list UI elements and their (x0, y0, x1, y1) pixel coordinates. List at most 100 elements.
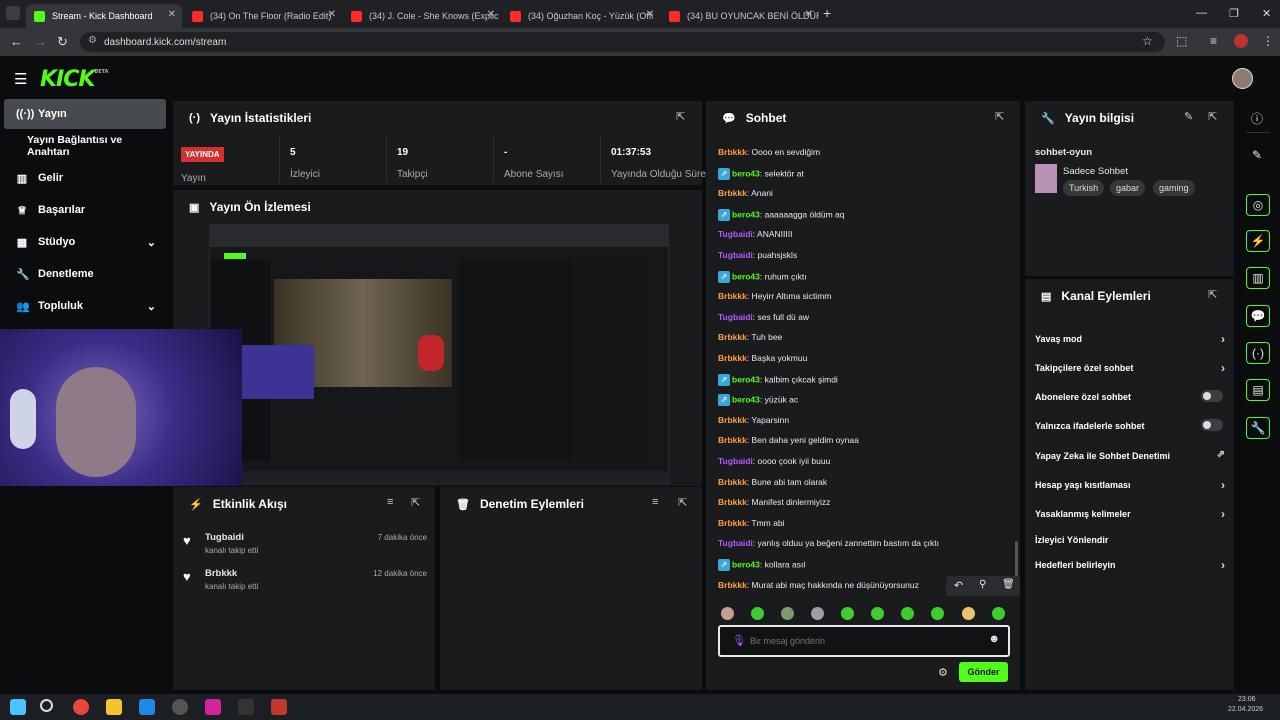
rail-list-button[interactable]: ▤ (1246, 379, 1270, 401)
emote-icon[interactable] (721, 607, 734, 620)
new-tab-icon[interactable]: + (823, 5, 831, 21)
close-window-icon[interactable]: ✕ (1262, 7, 1271, 20)
chat-username[interactable]: Brbkkk (718, 518, 747, 528)
chat-message[interactable]: ⇗ bero43: kollara asıl (718, 559, 805, 571)
sidebar-item-studyo[interactable]: ▦ Stüdyo ⌄ (4, 227, 166, 257)
kick-logo[interactable]: KICKBETA (40, 67, 109, 92)
store-icon[interactable] (139, 699, 155, 715)
browser-tab-youtube-2[interactable]: (34) J. Cole - She Knows (Explic ✕ (343, 4, 501, 28)
minimize-icon[interactable]: — (1196, 7, 1207, 19)
subscribers-only-toggle[interactable] (1201, 390, 1223, 402)
close-tab-icon[interactable]: ✕ (805, 9, 813, 20)
chat-username[interactable]: Brbkkk (718, 353, 747, 363)
chat-username[interactable]: Brbkkk (718, 415, 747, 425)
emote-icon[interactable] (901, 607, 914, 620)
url-field[interactable]: ⚙ dashboard.kick.com/stream (80, 32, 1165, 52)
chat-username[interactable]: Brbkkk (718, 291, 747, 301)
rail-broadcast-button[interactable]: (·) (1246, 342, 1270, 364)
undo-icon[interactable]: ↶ (954, 579, 963, 592)
app-icon[interactable] (172, 699, 188, 715)
sidebar-item-basarilar[interactable]: ♕ Başarılar (4, 195, 166, 225)
browser-tab-youtube-1[interactable]: (34) On The Floor (Radio Edit) ✕ (184, 4, 342, 28)
close-tab-icon[interactable]: ✕ (487, 9, 495, 20)
action-raid[interactable]: İzleyici Yönlendir (1035, 535, 1225, 545)
chat-message[interactable]: Brbkkk: Başka yokmuu (718, 353, 807, 363)
sidebar-item-topluluk[interactable]: 👥 Topluluk ⌄ (4, 291, 166, 321)
chat-message[interactable]: ⇗ bero43: selektör at (718, 167, 804, 180)
chat-message[interactable]: Brbkkk: Tuh bee (718, 332, 782, 342)
media-control-icon[interactable]: ≡ (1210, 34, 1217, 48)
emote-icon[interactable] (992, 607, 1005, 620)
chat-username[interactable]: bero43 (732, 394, 760, 404)
emote-icon[interactable] (931, 607, 944, 620)
emote-icon[interactable] (811, 607, 824, 620)
windows-start-icon[interactable] (10, 699, 26, 715)
profile-avatar[interactable] (1234, 34, 1248, 48)
chat-username[interactable]: Brbkkk (718, 580, 747, 590)
close-tab-icon[interactable]: ✕ (168, 9, 176, 20)
chat-username[interactable]: bero43 (732, 559, 760, 569)
sidebar-item-stream-key[interactable]: Yayın Bağlantısı ve Anahtarı (4, 131, 166, 161)
emote-icon[interactable] (841, 607, 854, 620)
action-goals[interactable]: Hedefleri belirleyin › (1035, 558, 1225, 572)
browser-tab-youtube-3[interactable]: (34) Oğuzhan Koç - Yüzük (Offi ✕ (502, 4, 660, 28)
popout-icon[interactable]: ⇱ (411, 496, 420, 509)
tab-list-icon[interactable] (6, 6, 20, 20)
instagram-icon[interactable] (205, 699, 221, 715)
filter-icon[interactable]: ≡ (387, 496, 393, 508)
rail-chat-button[interactable]: 💬 (1246, 305, 1270, 327)
chat-message[interactable]: ⇗ bero43: aaaaaagga öldüm aq (718, 208, 844, 221)
reload-icon[interactable]: ↻ (57, 34, 68, 50)
sidebar-item-denetleme[interactable]: 🔧 Denetleme (4, 259, 166, 289)
chat-scrollbar[interactable] (1015, 541, 1018, 581)
chat-username[interactable]: Tugbaidi (718, 312, 753, 322)
forward-icon[interactable]: → (34, 34, 47, 49)
chat-username[interactable]: Brbkkk (718, 332, 747, 342)
popout-icon[interactable]: ⇱ (676, 110, 685, 123)
emote-icon[interactable] (962, 607, 975, 620)
epic-games-icon[interactable] (238, 699, 254, 715)
chat-settings-icon[interactable]: ⚙ (938, 666, 948, 679)
chat-username[interactable]: Tugbaidi (718, 538, 753, 548)
chat-username[interactable]: Tugbaidi (718, 250, 753, 260)
chat-username[interactable]: Brbkkk (718, 147, 747, 157)
rail-trash-button[interactable]: ▥ (1246, 267, 1270, 289)
chat-message[interactable]: Tugbaidi: oooo çook iyii buuu (718, 456, 830, 466)
pin-icon[interactable]: ⚲ (979, 579, 986, 590)
site-info-icon[interactable]: ⚙ (88, 35, 97, 46)
chat-message[interactable]: ⇗ bero43: yüzük ac (718, 394, 798, 407)
emote-icon[interactable] (781, 607, 794, 620)
chat-message[interactable]: ⇗ bero43: ruhum çıktı (718, 270, 807, 283)
chat-message[interactable]: Brbkkk: Bune abi tam olarak (718, 477, 827, 487)
action-account-age[interactable]: Hesap yaşı kısıtlaması › (1035, 478, 1225, 492)
emote-icon[interactable] (751, 607, 764, 620)
chat-message[interactable]: Brbkkk: Anani (718, 188, 773, 198)
bookmark-star-icon[interactable]: ☆ (1142, 34, 1153, 48)
pen-icon[interactable]: ✎ (1240, 148, 1274, 162)
chat-message[interactable]: Tugbaidi: puahsjskls (718, 250, 797, 260)
chat-username[interactable]: Tugbaidi (718, 456, 753, 466)
popout-icon[interactable]: ⇱ (995, 110, 1004, 123)
action-ai-moderation[interactable]: Yapay Zeka ile Sohbet Denetimi ⇗ (1035, 449, 1225, 461)
close-tab-icon[interactable]: ✕ (328, 9, 336, 20)
popout-icon[interactable]: ⇱ (1208, 288, 1217, 301)
back-icon[interactable]: ← (10, 34, 23, 49)
chat-message[interactable]: Tugbaidi: ses full dü aw (718, 312, 809, 322)
action-banned-words[interactable]: Yasaklanmış kelimeler › (1035, 507, 1225, 521)
info-icon[interactable]: ⓘ (1240, 110, 1274, 127)
chat-username[interactable]: Brbkkk (718, 435, 747, 445)
game-app-icon[interactable] (271, 699, 287, 715)
chat-message[interactable]: Brbkkk: Manifest dinlermiyizz (718, 497, 830, 507)
rail-wrench-button[interactable]: 🔧 (1246, 417, 1270, 439)
emoji-icon[interactable]: ☻ (988, 633, 1000, 645)
user-avatar[interactable] (1232, 68, 1253, 89)
chat-username[interactable]: Brbkkk (718, 497, 747, 507)
chat-username[interactable]: bero43 (732, 168, 760, 178)
delete-icon[interactable]: 🗑 (1002, 579, 1015, 590)
search-icon[interactable] (40, 699, 53, 712)
filter-icon[interactable]: ≡ (652, 496, 658, 508)
folder-icon[interactable] (106, 699, 122, 715)
chat-message[interactable]: Brbkkk: Ben daha yeni geldim oynaa (718, 435, 859, 445)
emote-only-toggle[interactable] (1201, 419, 1223, 431)
chat-username[interactable]: Tugbaidi (718, 229, 753, 239)
